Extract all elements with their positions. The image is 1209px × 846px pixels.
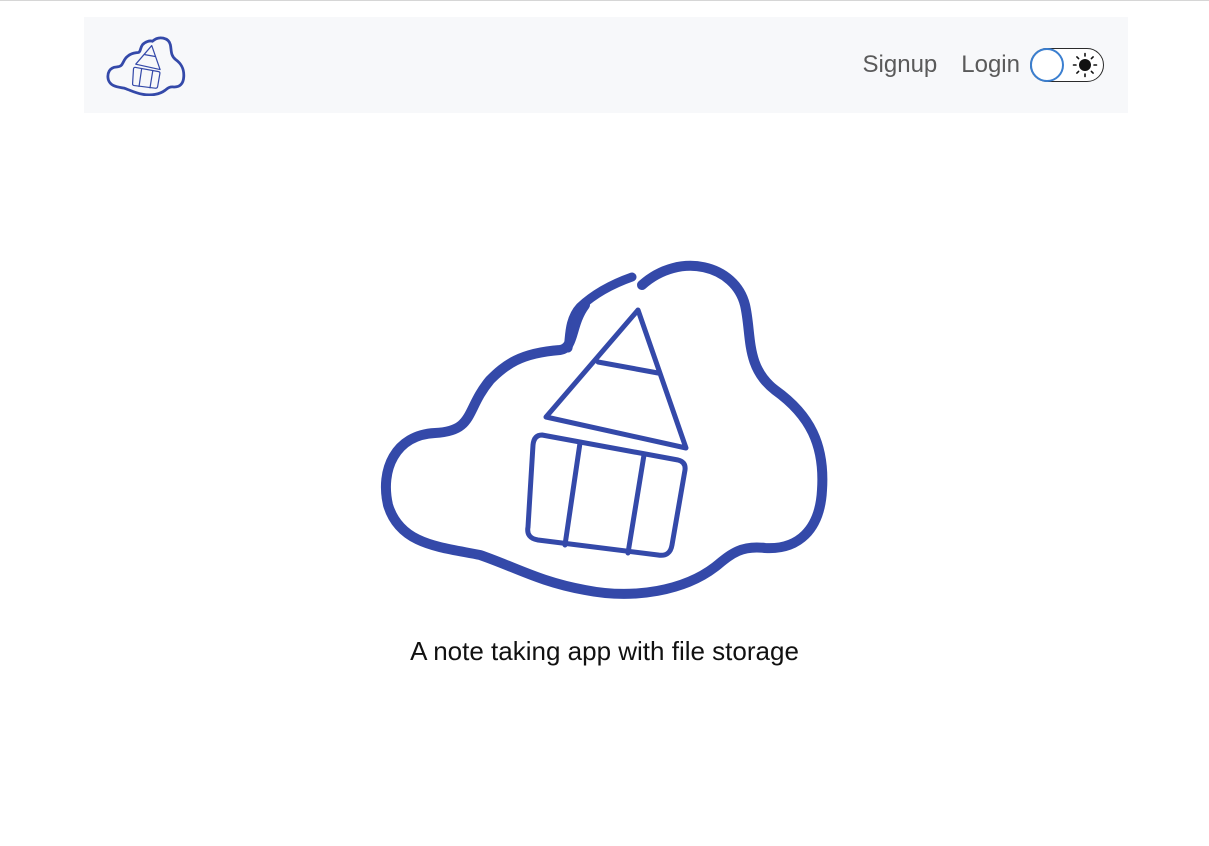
navbar: Signup Login: [84, 17, 1128, 113]
signup-link[interactable]: Signup: [863, 45, 938, 85]
toggle-knob: [1030, 47, 1064, 82]
cloud-pencil-logo-icon: [106, 36, 186, 96]
hero-cloud-pencil-logo-icon: [380, 260, 828, 599]
theme-toggle-switch[interactable]: [1030, 47, 1104, 82]
sun-icon: [1072, 52, 1098, 78]
login-link[interactable]: Login: [961, 45, 1020, 85]
nav-links: Signup Login: [863, 45, 1104, 85]
hero-tagline: A note taking app with file storage: [410, 636, 799, 666]
brand-logo-link[interactable]: [106, 36, 186, 96]
top-divider: [0, 0, 1209, 1]
